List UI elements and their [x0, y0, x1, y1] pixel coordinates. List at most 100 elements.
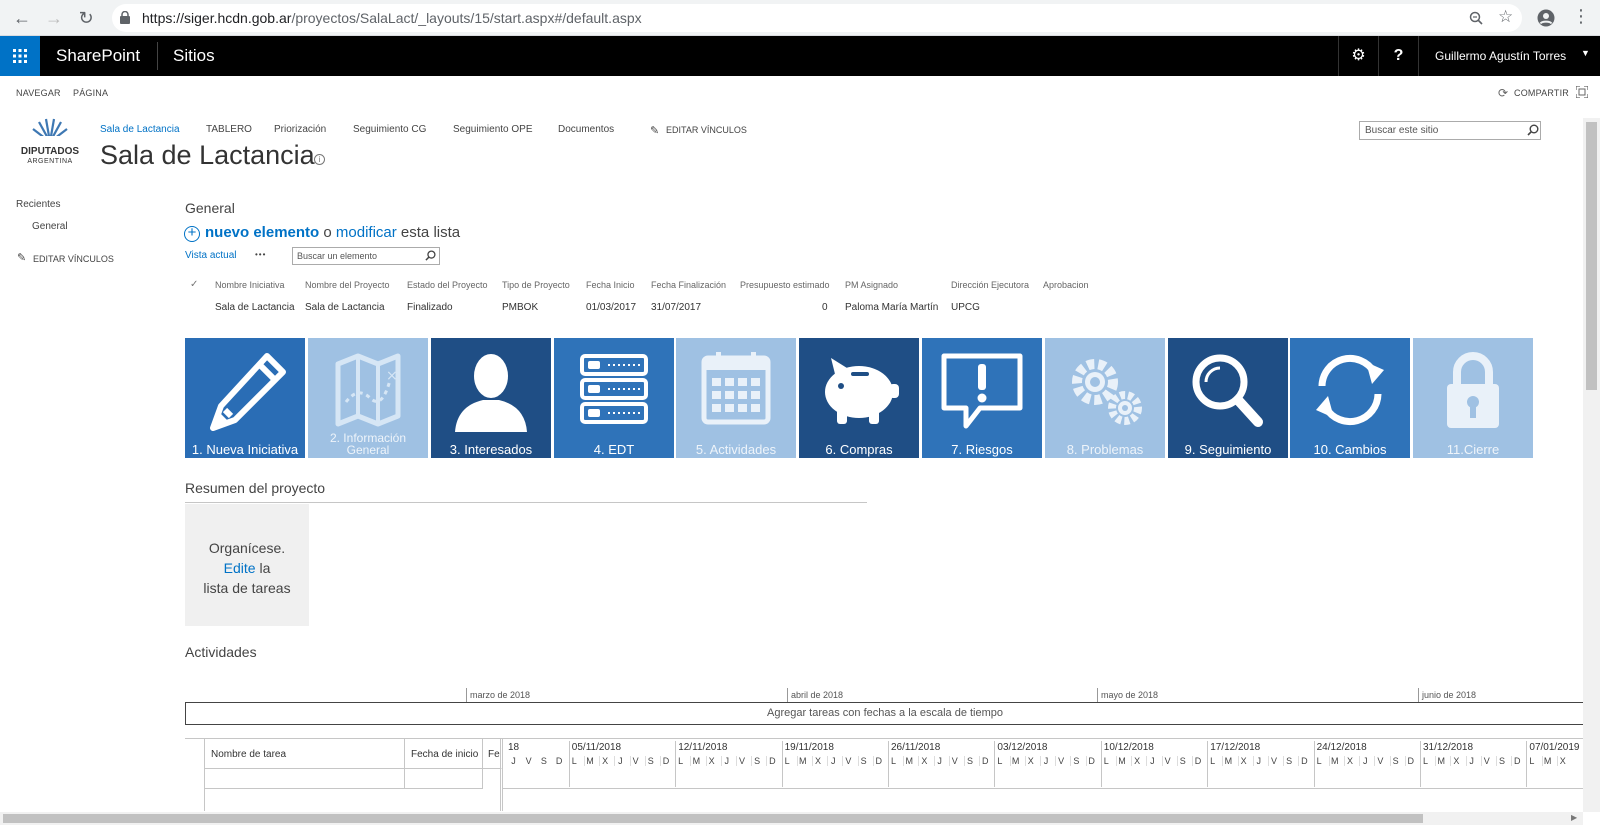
topnav-item-seguimiento-ope[interactable]: Seguimiento OPE — [453, 124, 533, 135]
tile-cierre[interactable]: 11.Cierre — [1413, 338, 1533, 458]
tile-cambios[interactable]: 10. Cambios — [1290, 338, 1410, 458]
gantt-day-letter: X — [918, 756, 929, 766]
sites-link[interactable]: Sitios — [173, 46, 215, 66]
column-header[interactable]: Tipo de Proyecto — [502, 280, 570, 290]
select-all-checkmark-icon[interactable]: ✓ — [190, 279, 198, 290]
tile-compras[interactable]: 6. Compras — [799, 338, 919, 458]
column-header[interactable]: Estado del Proyecto — [407, 280, 488, 290]
diputados-logo[interactable]: DIPUTADOS ARGENTINA — [14, 118, 86, 176]
gantt-day-letter: V — [736, 756, 747, 766]
cell-presupuesto: 0 — [822, 302, 828, 313]
settings-gear-icon[interactable]: ⚙ — [1338, 36, 1378, 76]
task-row[interactable] — [205, 769, 405, 789]
pencil-icon: ✎ — [650, 125, 660, 137]
webpart-title-general[interactable]: General — [185, 200, 235, 216]
edit-task-list-link[interactable]: Edite — [224, 560, 256, 576]
timeline-tick — [787, 688, 788, 702]
vertical-scroll-thumb[interactable] — [1586, 122, 1597, 390]
topnav-item-seguimiento-cg[interactable]: Seguimiento CG — [353, 124, 426, 135]
new-item-link[interactable]: nuevo elemento — [205, 224, 319, 241]
tab-pagina[interactable]: PÁGINA — [73, 88, 108, 98]
tile-problemas[interactable]: 8. Problemas — [1045, 338, 1165, 458]
profile-icon[interactable] — [1537, 9, 1555, 27]
tile-edt[interactable]: 4. EDT — [554, 338, 674, 458]
cell-nombre-iniciativa[interactable]: Sala de Lactancia — [215, 302, 295, 313]
search-icon[interactable] — [1527, 124, 1539, 136]
topnav-item-sala[interactable]: Sala de Lactancia — [100, 124, 180, 135]
reload-icon[interactable]: ↻ — [76, 8, 96, 28]
forward-arrow-icon[interactable]: → — [44, 8, 64, 28]
sharepoint-brand[interactable]: SharePoint — [56, 46, 140, 66]
gantt-day-letter: M — [1435, 756, 1446, 766]
gantt-day-letter: L — [1103, 756, 1109, 766]
tile-seguimiento[interactable]: 9. Seguimiento — [1168, 338, 1288, 458]
back-arrow-icon[interactable]: ← — [12, 8, 32, 28]
column-header[interactable]: Fecha Finalización — [651, 280, 726, 290]
this-list-text: esta lista — [400, 224, 461, 241]
topnav-item-priorizacion[interactable]: Priorización — [274, 124, 326, 135]
horizontal-scroll-thumb[interactable] — [3, 814, 1423, 823]
share-button[interactable]: COMPARTIR — [1514, 88, 1569, 98]
column-header[interactable]: Presupuesto estimado — [740, 280, 830, 290]
current-view-link[interactable]: Vista actual — [185, 250, 237, 261]
topnav-item-documentos[interactable]: Documentos — [558, 124, 614, 135]
page-title: Sala de Lactancia — [100, 140, 315, 170]
tile-actividades[interactable]: 5. Actividades — [676, 338, 796, 458]
add-circle-icon[interactable]: + — [184, 225, 200, 242]
tile-label: 8. Problemas — [1066, 442, 1144, 457]
horizontal-scrollbar[interactable]: ▶ — [0, 812, 1583, 825]
site-search-input[interactable]: Buscar este sitio — [1359, 121, 1541, 140]
date-col-header[interactable]: Fe — [483, 739, 503, 769]
tile-informacion-general[interactable]: × 2. Información General — [308, 338, 428, 458]
gantt-day-letter: M — [796, 756, 808, 766]
column-header[interactable]: PM Asignado — [845, 280, 898, 290]
timeline-bar[interactable]: Agregar tareas con fechas a la escala de… — [185, 702, 1585, 725]
scroll-right-arrow-icon[interactable]: ▶ — [1571, 813, 1577, 822]
tile-label: 9. Seguimiento — [1184, 442, 1272, 457]
tile-riesgos[interactable]: 7. Riesgos — [922, 338, 1042, 458]
task-row-cell[interactable] — [483, 769, 503, 811]
gantt-day-letter: D — [1298, 756, 1309, 766]
user-menu[interactable]: Guillermo Agustín Torres ▼ — [1418, 36, 1600, 76]
leftnav-item-general[interactable]: General — [32, 221, 68, 232]
tile-nueva-iniciativa[interactable]: 1. Nueva Iniciativa — [185, 338, 305, 458]
browser-toolbar: ← → ↻ https://siger.hcdn.gob.ar/proyecto… — [0, 0, 1600, 36]
help-icon[interactable]: ? — [1378, 36, 1418, 76]
modify-list-link[interactable]: modificar — [336, 224, 397, 241]
tile-interesados[interactable]: 3. Interesados — [431, 338, 551, 458]
vertical-scrollbar[interactable] — [1583, 118, 1600, 812]
share-icon[interactable]: ⟳ — [1498, 86, 1508, 100]
new-item-bar: nuevo elemento o modificar esta lista — [205, 224, 460, 241]
column-header[interactable]: Dirección Ejecutora — [951, 280, 1029, 290]
browser-menu-icon[interactable]: ⋮ — [1572, 6, 1590, 26]
address-bar[interactable]: https://siger.hcdn.gob.ar/proyectos/Sala… — [112, 4, 1522, 32]
pencil-icon: ✎ — [17, 252, 27, 264]
bookmark-star-icon[interactable]: ☆ — [1498, 7, 1513, 27]
summary-title: Resumen del proyecto — [185, 480, 326, 496]
gantt-day-letter: X — [1556, 756, 1568, 766]
lock-icon — [120, 11, 130, 24]
zoom-icon[interactable] — [1469, 11, 1483, 25]
search-icon[interactable] — [425, 250, 436, 261]
tab-navegar[interactable]: NAVEGAR — [16, 88, 61, 98]
focus-mode-icon[interactable] — [1576, 86, 1588, 98]
info-icon[interactable]: i — [314, 154, 325, 165]
more-options-icon[interactable]: ••• — [255, 250, 266, 259]
gantt-day-letter: L — [1316, 756, 1322, 766]
start-date-header[interactable]: Fecha de inicio — [405, 739, 483, 769]
topnav-item-tablero[interactable]: TABLERO — [206, 124, 252, 135]
column-header[interactable]: Aprobacion — [1043, 280, 1089, 290]
task-name-header[interactable]: Nombre de tarea — [205, 739, 405, 769]
column-header[interactable]: Fecha Inicio — [586, 280, 635, 290]
task-row-cell[interactable] — [405, 769, 483, 789]
summary-tile[interactable]: Organícese. Edite la lista de tareas — [185, 504, 309, 626]
leftnav-edit-links[interactable]: EDITAR VÍNCULOS — [33, 254, 114, 264]
topnav-edit-links[interactable]: EDITAR VÍNCULOS — [666, 125, 747, 135]
gantt-day-letter: L — [678, 756, 684, 766]
column-header[interactable]: Nombre del Proyecto — [305, 280, 390, 290]
app-launcher-icon[interactable] — [0, 36, 40, 76]
column-header[interactable]: Nombre Iniciativa — [215, 280, 285, 290]
gantt-day-letter: L — [784, 756, 790, 766]
list-search-input[interactable]: Buscar un elemento — [292, 247, 440, 265]
gantt-day-letter: M — [584, 756, 595, 766]
